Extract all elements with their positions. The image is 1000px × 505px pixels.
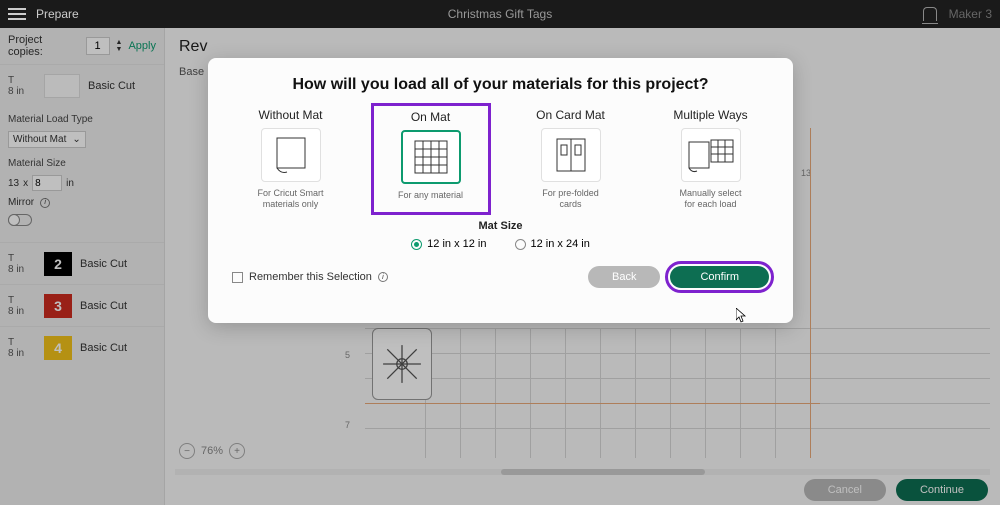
radio-12x12[interactable]: 12 in x 12 in (411, 238, 486, 250)
page-title: Prepare (36, 7, 79, 21)
mat-size-section: Mat Size 12 in x 12 in 12 in x 24 in (232, 220, 769, 250)
on-mat-icon (401, 130, 461, 184)
machine-label: Maker 3 (949, 7, 992, 21)
info-icon[interactable]: i (378, 272, 388, 282)
mat-size-label: Mat Size (232, 220, 769, 232)
menu-icon[interactable] (8, 8, 26, 20)
project-name: Christmas Gift Tags (448, 7, 552, 21)
remember-checkbox[interactable]: Remember this Selection i (232, 271, 388, 283)
radio-12x24[interactable]: 12 in x 24 in (515, 238, 590, 250)
radio-icon (515, 239, 526, 250)
option-on-card-mat[interactable]: On Card Mat For pre-foldedcards (516, 108, 626, 210)
topbar: Prepare Christmas Gift Tags Maker 3 (0, 0, 1000, 28)
load-options: Without Mat For Cricut Smartmaterials on… (232, 108, 769, 210)
option-without-mat[interactable]: Without Mat For Cricut Smartmaterials on… (236, 108, 346, 210)
checkbox-icon (232, 272, 243, 283)
back-button[interactable]: Back (588, 266, 660, 288)
cursor-icon (736, 308, 748, 324)
radio-icon (411, 239, 422, 250)
bell-icon[interactable] (923, 7, 937, 21)
modal-title: How will you load all of your materials … (232, 76, 769, 94)
option-multiple-ways[interactable]: Multiple Ways Manually selectfor each lo… (656, 108, 766, 210)
option-on-mat[interactable]: On Mat For any material (376, 108, 486, 210)
confirm-highlight: Confirm (670, 266, 769, 288)
load-materials-modal: How will you load all of your materials … (208, 58, 793, 323)
workspace: Project copies: ▲▼ Apply T8 in Basic Cut… (0, 28, 1000, 505)
multiple-ways-icon (681, 128, 741, 182)
confirm-button[interactable]: Confirm (670, 266, 769, 288)
card-mat-icon (541, 128, 601, 182)
without-mat-icon (261, 128, 321, 182)
modal-footer: Remember this Selection i Back Confirm (232, 266, 769, 288)
